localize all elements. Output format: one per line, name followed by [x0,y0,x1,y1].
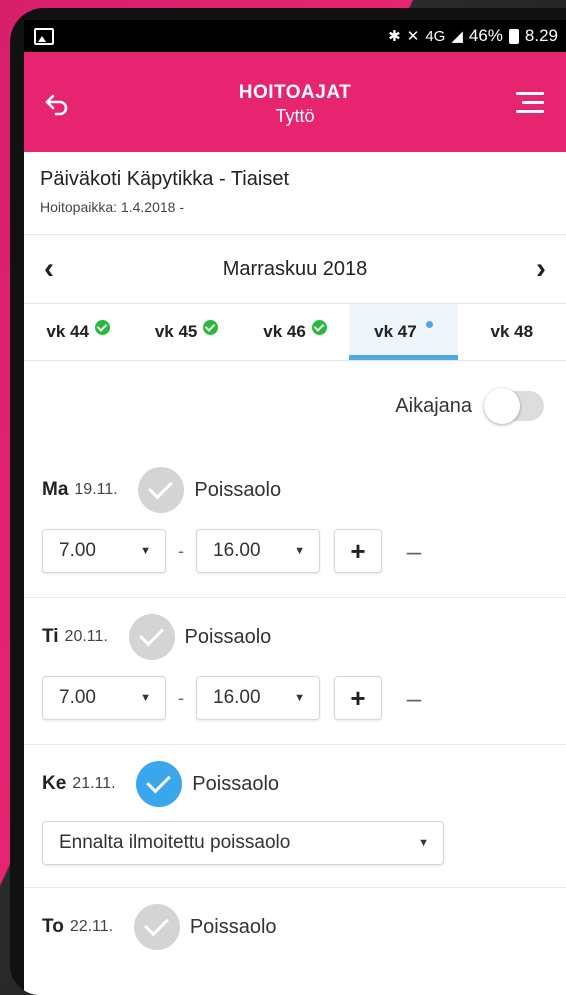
tab-week-48[interactable]: vk 48 [458,304,566,360]
remove-time-button[interactable]: – [390,536,438,567]
phone-frame: ✱ ✕ 4G ◢ 46% 8.29 HOITOAJAT Tyttö Päiväk… [10,8,566,995]
week-tabs: vk 44 vk 45 vk 46 vk 47 vk 48 [24,304,566,361]
absence-label: Poissaolo [189,915,277,938]
day-abbr: Ti [42,626,59,647]
daycare-info: Päiväkoti Käpytikka - Tiaiset Hoitopaikk… [24,152,566,235]
month-navigator: ‹ Marraskuu 2018 › [24,235,566,304]
absence-check-icon[interactable] [138,467,185,513]
timeline-toggle[interactable] [484,388,544,424]
chevron-right-icon[interactable]: › [536,254,546,284]
title-block: HOITOAJAT Tyttö [24,82,566,127]
timeline-row: Aikajana [24,361,566,451]
app-bar: HOITOAJAT Tyttö [24,52,566,152]
tab-week-46[interactable]: vk 46 [241,304,349,360]
add-time-button[interactable]: + [334,676,382,720]
end-time-select[interactable]: 16.00 ▼ [196,676,320,720]
day-header: To 22.11. Poissaolo [42,902,548,952]
tab-week-45[interactable]: vk 45 [132,304,240,360]
status-bar: ✱ ✕ 4G ◢ 46% 8.29 [24,20,566,52]
day-header: Ma 19.11. Poissaolo [42,465,548,515]
day-date: 21.11. [72,775,116,792]
time-row: 7.00 ▼ - 16.00 ▼ + – [42,674,548,722]
day-row: To 22.11. Poissaolo [24,888,566,952]
tab-week-44[interactable]: vk 44 [24,304,132,360]
day-abbr: To [42,916,64,937]
time-row: 7.00 ▼ - 16.00 ▼ + – [42,527,548,575]
timeline-label: Aikajana [395,394,472,417]
mute-icon: ✕ [406,28,420,45]
network-type: 4G [425,27,446,45]
screen: ✱ ✕ 4G ◢ 46% 8.29 HOITOAJAT Tyttö Päiväk… [24,20,566,995]
start-time-select[interactable]: 7.00 ▼ [42,529,166,573]
month-label: Marraskuu 2018 [222,257,368,280]
menu-icon[interactable] [516,92,544,114]
battery-percent: 46% [468,26,503,45]
end-time-select[interactable]: 16.00 ▼ [196,529,320,573]
start-time-value: 7.00 [59,540,96,561]
check-circle-icon [94,319,110,335]
start-time-value: 7.00 [59,687,96,708]
absence-check-icon[interactable] [133,904,180,950]
week-label: vk 46 [263,322,306,341]
absence-reason-value: Ennalta ilmoitettu poissaolo [59,832,291,853]
image-notification-icon [34,27,54,45]
caret-down-icon: ▼ [418,837,429,849]
battery-icon [508,28,519,44]
time-separator: - [178,687,184,708]
dot-icon [425,320,433,328]
day-date: 19.11. [74,481,118,498]
caret-down-icon: ▼ [140,545,151,557]
day-row: Ke 21.11. Poissaolo Ennalta ilmoitettu p… [24,745,566,888]
caret-down-icon: ▼ [140,692,151,704]
toggle-knob [484,388,520,424]
absence-label: Poissaolo [194,478,282,501]
day-header: Ke 21.11. Poissaolo [42,759,548,809]
bluetooth-icon: ✱ [388,28,401,45]
absence-check-icon[interactable] [136,761,183,807]
end-time-value: 16.00 [213,540,261,561]
absence-check-icon[interactable] [128,614,175,660]
absence-label: Poissaolo [192,772,280,795]
daycare-name: Päiväkoti Käpytikka - Tiaiset [40,168,289,190]
add-time-button[interactable]: + [334,529,382,573]
end-time-value: 16.00 [213,687,261,708]
day-header: Ti 20.11. Poissaolo [42,612,548,662]
caret-down-icon: ▼ [294,692,305,704]
absence-reason-select[interactable]: Ennalta ilmoitettu poissaolo ▼ [42,821,444,865]
week-label: vk 44 [46,322,89,341]
day-abbr: Ma [42,479,69,500]
page-title: HOITOAJAT [238,82,352,103]
clock: 8.29 [524,26,558,45]
remove-time-button[interactable]: – [390,683,438,714]
week-label: vk 47 [374,322,417,341]
day-date: 22.11. [69,918,114,935]
time-separator: - [178,540,184,561]
check-circle-icon [203,319,219,335]
child-name: Tyttö [275,106,315,126]
absence-label: Poissaolo [184,625,272,648]
check-circle-icon [311,319,327,335]
day-row: Ti 20.11. Poissaolo 7.00 ▼ - 16.00 ▼ + – [24,598,566,745]
daycare-period: Hoitopaikka: 1.4.2018 - [40,199,184,215]
day-date: 20.11. [64,628,108,645]
signal-icon: ◢ [451,28,463,45]
week-label: vk 45 [154,322,198,341]
chevron-left-icon[interactable]: ‹ [44,254,54,284]
caret-down-icon: ▼ [294,545,305,557]
tab-week-47[interactable]: vk 47 [349,304,459,360]
day-abbr: Ke [42,773,67,794]
week-label: vk 48 [490,322,534,341]
day-row: Ma 19.11. Poissaolo 7.00 ▼ - 16.00 ▼ + – [24,451,566,598]
start-time-select[interactable]: 7.00 ▼ [42,676,166,720]
